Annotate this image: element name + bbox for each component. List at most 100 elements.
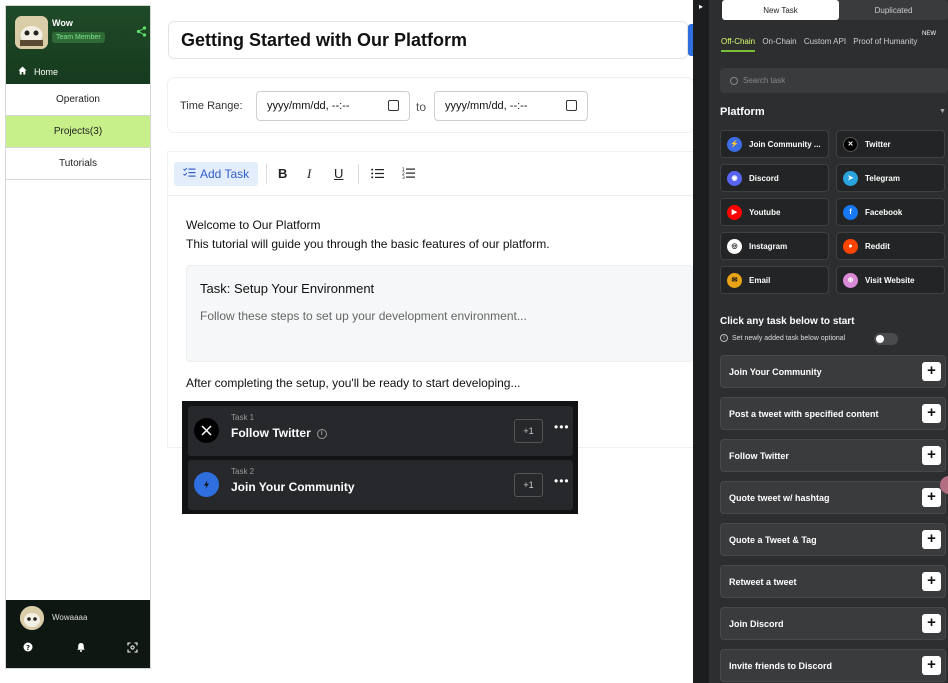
underline-icon[interactable]: U — [334, 166, 343, 181]
home-label: Home — [34, 66, 59, 77]
scan-icon[interactable] — [127, 642, 138, 656]
sidebar-item-projects[interactable]: Projects(3) — [6, 116, 150, 148]
community-icon — [194, 472, 219, 497]
embedded-task-row[interactable]: Task 2 Join Your Community +1 ••• — [188, 460, 573, 510]
task-card[interactable]: Task: Setup Your Environment Follow thes… — [186, 265, 693, 362]
platform-label: Visit Website — [865, 275, 915, 285]
add-icon[interactable]: + — [922, 572, 941, 591]
task-template-label: Invite friends to Discord — [729, 660, 833, 671]
optional-setting: i Set newly added task below optional — [720, 334, 845, 342]
subtab-off-chain[interactable]: Off-Chain — [721, 37, 756, 52]
task-template-row[interactable]: Quote tweet w/ hashtag + — [720, 481, 946, 514]
task-template-label: Post a tweet with specified content — [729, 408, 879, 419]
range-to-label: to — [416, 100, 427, 114]
time-range-label: Time Range: — [180, 100, 243, 112]
info-icon[interactable]: i — [316, 428, 327, 439]
tab-new-task[interactable]: New Task — [722, 0, 839, 20]
sidebar-item-home[interactable]: Home — [18, 66, 58, 77]
task-template-label: Quote tweet w/ hashtag — [729, 492, 830, 503]
panel-subtabs: Off-Chain On-Chain Custom API Proof of H… — [721, 37, 922, 52]
platform-heading: Platform — [720, 106, 765, 118]
footer-avatar[interactable] — [20, 606, 44, 630]
task-template-row[interactable]: Invite friends to Discord + — [720, 649, 946, 682]
optional-toggle[interactable] — [874, 333, 898, 345]
share-icon[interactable] — [136, 26, 147, 40]
role-badge: Team Member — [52, 32, 105, 43]
svg-text:3: 3 — [402, 175, 405, 179]
subtab-on-chain[interactable]: On-Chain — [762, 37, 796, 46]
user-name: Wow — [52, 18, 73, 28]
platform-label: Telegram — [865, 173, 900, 183]
after-setup-text: After completing the setup, you'll be re… — [186, 376, 521, 390]
task-template-row[interactable]: Retweet a tweet + — [720, 565, 946, 598]
platform-email[interactable]: ✉ Email — [720, 266, 829, 294]
panel-collapse-strip[interactable]: ▸ — [693, 0, 709, 683]
task-template-row[interactable]: Quote a Tweet & Tag + — [720, 523, 946, 556]
bell-icon[interactable] — [76, 642, 86, 655]
editor-content[interactable]: Welcome to Our Platform This tutorial wi… — [186, 216, 693, 390]
add-icon[interactable]: + — [922, 362, 941, 381]
avatar[interactable] — [15, 16, 48, 49]
discord-icon: ◉ — [727, 170, 742, 186]
platform-label: Facebook — [865, 207, 903, 217]
add-icon[interactable]: + — [922, 488, 941, 507]
more-icon[interactable]: ••• — [554, 420, 570, 434]
tab-duplicated[interactable]: Duplicated — [839, 0, 948, 20]
platform-twitter[interactable]: ✕ Twitter — [836, 130, 945, 158]
calendar-icon[interactable] — [566, 100, 577, 111]
calendar-icon[interactable] — [388, 100, 399, 111]
date-from-value: yyyy/mm/dd, --:-- — [267, 100, 350, 112]
bullet-list-icon[interactable] — [371, 167, 384, 182]
more-icon[interactable]: ••• — [554, 474, 570, 488]
task-template-row[interactable]: Join Your Community + — [720, 355, 946, 388]
sidebar-item-tutorials[interactable]: Tutorials — [6, 148, 150, 180]
add-icon[interactable]: + — [922, 614, 941, 633]
add-icon[interactable]: + — [922, 656, 941, 675]
date-to-input[interactable]: yyyy/mm/dd, --:-- — [434, 91, 588, 121]
platform-discord[interactable]: ◉ Discord — [720, 164, 829, 192]
add-icon[interactable]: + — [922, 446, 941, 465]
add-icon[interactable]: + — [922, 530, 941, 549]
task-template-row[interactable]: Post a tweet with specified content + — [720, 397, 946, 430]
task-template-row[interactable]: Follow Twitter + — [720, 439, 946, 472]
embedded-task-row[interactable]: Task 1 Follow Twitter i +1 ••• — [188, 406, 573, 456]
footer-user-name: Wowaaaa — [52, 613, 88, 622]
task-points[interactable]: +1 — [514, 419, 543, 443]
task-template-row[interactable]: Join Discord + — [720, 607, 946, 640]
subtab-proof-of-humanity[interactable]: Proof of Humanity — [853, 37, 917, 46]
subtab-custom-api[interactable]: Custom API — [804, 37, 846, 46]
panel-tabs: New Task Duplicated — [722, 0, 948, 20]
platform-label: Twitter — [865, 139, 891, 149]
platform-facebook[interactable]: f Facebook — [836, 198, 945, 226]
chevron-down-icon[interactable]: ▼ — [939, 108, 946, 115]
sidebar: Wow Team Member Home Operation Projects(… — [5, 5, 151, 669]
caret-right-icon[interactable]: ▸ — [699, 2, 703, 11]
task-template-label: Follow Twitter — [729, 450, 789, 461]
search-placeholder: Search task — [743, 76, 786, 85]
platform-reddit[interactable]: ● Reddit — [836, 232, 945, 260]
date-from-input[interactable]: yyyy/mm/dd, --:-- — [256, 91, 410, 121]
italic-icon[interactable]: I — [307, 166, 311, 182]
task-template-label: Quote a Tweet & Tag — [729, 534, 817, 545]
platform-youtube[interactable]: ▶ Youtube — [720, 198, 829, 226]
add-icon[interactable]: + — [922, 404, 941, 423]
x-icon: ✕ — [843, 136, 858, 152]
search-input[interactable]: Search task — [720, 68, 948, 93]
platform-instagram[interactable]: ◎ Instagram — [720, 232, 829, 260]
sidebar-header: Wow Team Member Home — [6, 6, 150, 84]
platform-telegram[interactable]: ➤ Telegram — [836, 164, 945, 192]
editor-toolbar: Add Task B I U 123 — [168, 152, 693, 196]
search-icon — [730, 76, 738, 85]
platform-visit-website[interactable]: ⊕ Visit Website — [836, 266, 945, 294]
platform-join-community[interactable]: ⚡ Join Community ... — [720, 130, 829, 158]
add-task-button[interactable]: Add Task — [174, 162, 259, 186]
help-icon[interactable]: ? — [23, 642, 33, 655]
numbered-list-icon[interactable]: 123 — [402, 167, 415, 182]
task-points[interactable]: +1 — [514, 473, 543, 497]
info-icon: i — [720, 334, 728, 342]
task-title: Follow Twitter i — [231, 426, 327, 440]
page-title-input[interactable]: Getting Started with Our Platform — [168, 21, 688, 59]
sidebar-item-operation[interactable]: Operation — [6, 84, 150, 116]
platform-label: Join Community ... — [749, 139, 821, 149]
bold-icon[interactable]: B — [278, 166, 287, 181]
